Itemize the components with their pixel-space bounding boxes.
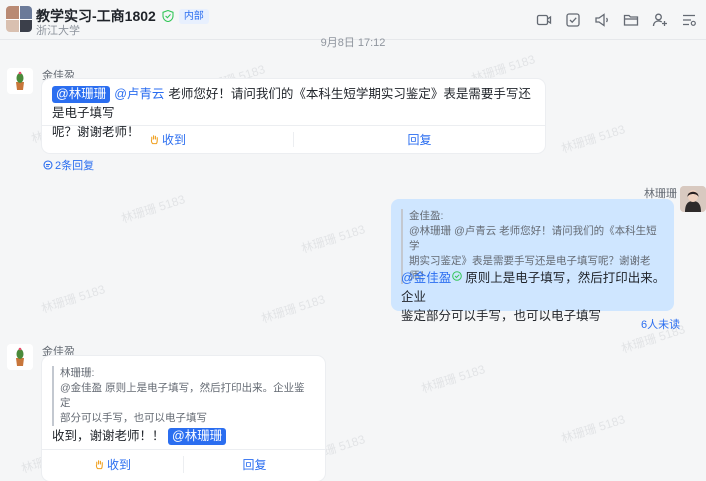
watermark-text: 林珊珊 5183 <box>39 282 107 316</box>
watermark-text: 林珊珊 5183 <box>419 362 487 396</box>
sender-avatar[interactable] <box>7 344 33 370</box>
reply-button[interactable]: 回复 <box>184 450 325 479</box>
header-toolbar <box>535 11 698 29</box>
card-actions: 收到 回复 <box>42 125 545 153</box>
reply-button[interactable]: 回复 <box>294 126 545 153</box>
reply-count-link[interactable]: 2条回复 <box>43 157 94 173</box>
unread-count[interactable]: 6人未读 <box>641 316 680 332</box>
mention-link[interactable]: @金佳盈 <box>401 271 451 285</box>
my-message-bubble: 金佳盈: @林珊珊 @卢青云 老师您好！请问我们的《本科生短学 期实习鉴定》表是… <box>391 199 674 323</box>
message-timestamp: 9月8日 17:12 <box>320 37 386 49</box>
mention-pill[interactable]: @林珊珊 <box>52 86 111 103</box>
read-check-icon <box>452 271 463 281</box>
thread-icon <box>43 160 53 170</box>
received-button[interactable]: 收到 <box>42 126 293 153</box>
watermark-text: 林珊珊 5183 <box>119 192 187 226</box>
mention-link[interactable]: @卢青云 <box>114 87 164 101</box>
folder-icon[interactable] <box>622 11 640 29</box>
message-card: 林珊珊: @金佳盈 原则上是电子填写，然后打印出来。企业鉴定 部分可以手写，也可… <box>42 356 325 481</box>
watermark-text: 林珊珊 5183 <box>559 412 627 446</box>
message-card: @林珊珊 @卢青云 老师您好！请问我们的《本科生短学期实习鉴定》表是需要手写还是电子… <box>42 79 545 153</box>
cactus-icon <box>7 344 33 370</box>
sender-avatar[interactable] <box>7 68 33 94</box>
video-icon[interactable] <box>535 11 553 29</box>
hand-icon <box>150 135 158 145</box>
card-actions: 收到 回复 <box>42 449 325 479</box>
settings-list-icon[interactable] <box>680 11 698 29</box>
watermark-text: 林珊珊 5183 <box>299 222 367 256</box>
group-avatar[interactable] <box>6 6 32 32</box>
my-avatar[interactable] <box>680 186 706 212</box>
message-text: 收到，谢谢老师！！ <box>52 429 165 443</box>
message-text-cont: 鉴定部分可以手写，也可以电子填写 <box>401 309 602 323</box>
quoted-message[interactable]: 林珊珊: @金佳盈 原则上是电子填写，然后打印出来。企业鉴定 部分可以手写，也可… <box>52 366 315 426</box>
watermark-text: 林珊珊 5183 <box>559 122 627 156</box>
add-member-icon[interactable] <box>651 11 669 29</box>
announcement-icon[interactable] <box>593 11 611 29</box>
mention-pill[interactable]: @林珊珊 <box>168 428 227 445</box>
received-button[interactable]: 收到 <box>42 450 183 479</box>
internal-badge: 内部 <box>178 8 209 24</box>
watermark-text: 林珊珊 5183 <box>259 292 327 326</box>
hand-icon <box>95 460 103 470</box>
task-check-icon[interactable] <box>564 11 582 29</box>
profile-photo-icon <box>680 186 706 212</box>
verified-shield-icon <box>162 10 174 22</box>
cactus-icon <box>7 68 33 94</box>
